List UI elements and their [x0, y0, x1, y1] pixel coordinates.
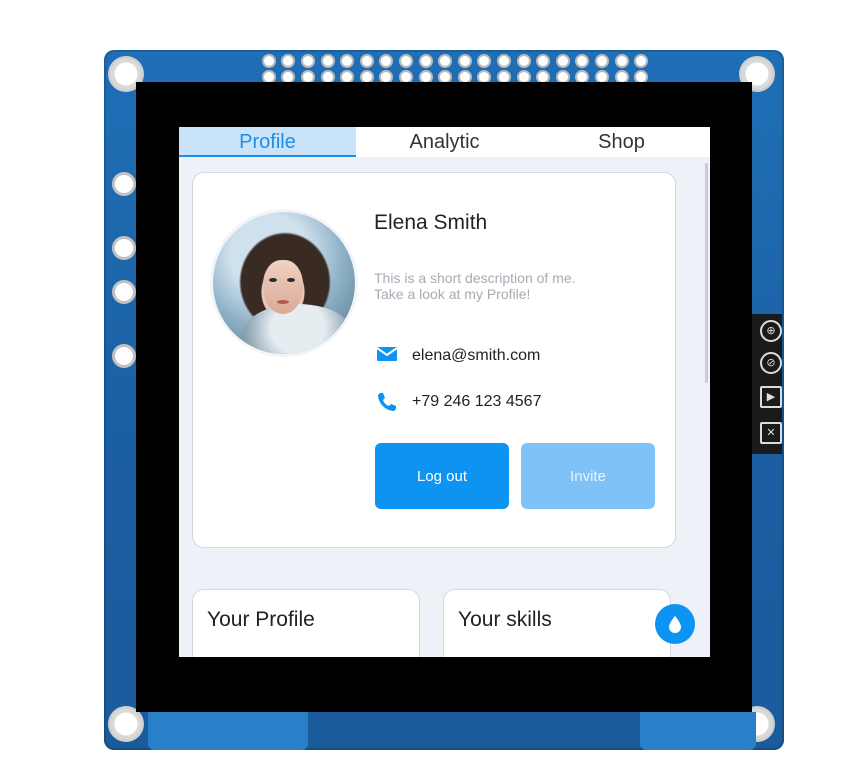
- your-profile-card[interactable]: Your Profile: [192, 589, 420, 657]
- pin: [261, 54, 276, 68]
- avatar-eye: [287, 278, 295, 282]
- pin: [359, 54, 374, 68]
- side-pad: [112, 172, 136, 196]
- phone-value: +79 246 123 4567: [412, 393, 542, 410]
- email-value: elena@smith.com: [412, 347, 541, 364]
- tab-analytic[interactable]: Analytic: [356, 127, 533, 157]
- lcd-screen: Profile Analytic Shop Elena Smith This i…: [179, 127, 710, 657]
- profile-description: This is a short description of me. Take …: [374, 270, 664, 302]
- pin: [300, 54, 315, 68]
- profile-name: Elena Smith: [374, 211, 488, 234]
- mark-icon: ⊘: [760, 352, 782, 374]
- side-pad: [112, 236, 136, 260]
- logout-button[interactable]: Log out: [375, 443, 509, 509]
- tab-bar: Profile Analytic Shop: [179, 127, 710, 157]
- avatar-lips: [277, 300, 289, 304]
- pin: [555, 54, 570, 68]
- pin: [496, 54, 511, 68]
- pin: [516, 54, 531, 68]
- pin: [281, 54, 296, 68]
- pin: [320, 54, 335, 68]
- profile-card: Elena Smith This is a short description …: [192, 172, 676, 548]
- water-drop-icon: [669, 616, 681, 633]
- mark-icon: ▶: [760, 386, 782, 408]
- avatar-eye: [269, 278, 277, 282]
- pin: [398, 54, 413, 68]
- pin: [340, 54, 355, 68]
- board-edge-tab: [640, 712, 756, 750]
- bin-icon: ✕: [760, 422, 782, 444]
- side-pad: [112, 344, 136, 368]
- your-skills-title: Your skills: [458, 608, 552, 631]
- avatar: [213, 212, 355, 354]
- pin: [614, 54, 629, 68]
- certification-marks: ⊕ ⊘ ▶ ✕: [752, 314, 782, 454]
- your-profile-title: Your Profile: [207, 608, 315, 631]
- invite-button[interactable]: Invite: [521, 443, 655, 509]
- tab-shop[interactable]: Shop: [533, 127, 710, 157]
- your-skills-card[interactable]: Your skills: [443, 589, 671, 657]
- pin: [575, 54, 590, 68]
- mark-icon: ⊕: [760, 320, 782, 342]
- phone-row: +79 246 123 4567: [376, 391, 541, 413]
- pin: [418, 54, 433, 68]
- pin: [634, 54, 649, 68]
- description-line: Take a look at my Profile!: [374, 286, 531, 302]
- side-pad: [112, 280, 136, 304]
- description-line: This is a short description of me.: [374, 270, 576, 286]
- tab-profile[interactable]: Profile: [179, 127, 356, 157]
- water-drop-button[interactable]: [655, 604, 695, 644]
- pin: [594, 54, 609, 68]
- pin: [438, 54, 453, 68]
- pin: [477, 54, 492, 68]
- avatar-fur: [243, 304, 353, 354]
- pin: [457, 54, 472, 68]
- board-edge-tab: [148, 712, 308, 750]
- pin-header: [260, 54, 650, 84]
- scrollbar[interactable]: [705, 163, 708, 383]
- avatar-face: [263, 260, 303, 314]
- pin: [379, 54, 394, 68]
- envelope-icon: [376, 345, 398, 367]
- phone-icon: [376, 391, 398, 413]
- email-row: elena@smith.com: [376, 345, 540, 367]
- pin: [536, 54, 551, 68]
